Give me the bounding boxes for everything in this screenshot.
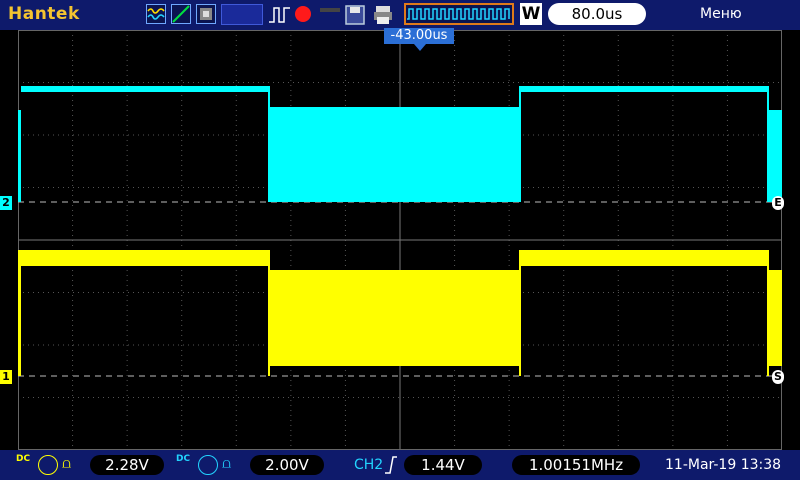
ch1-trace-edge [519, 250, 521, 376]
timebase-mode: W [520, 3, 542, 25]
ch2-trace-edge [268, 86, 270, 202]
ch2-marker[interactable]: 2 [0, 196, 12, 210]
divider [320, 8, 340, 12]
ch1-trace-edge [18, 250, 21, 376]
ch2-trace-edge [767, 86, 769, 202]
trigger-level[interactable]: 1.44V [404, 455, 482, 475]
trigger-slope-icon[interactable] [384, 455, 398, 479]
frequency-counter: 1.00151MHz [512, 455, 640, 475]
ramp-icon[interactable] [171, 4, 191, 24]
ch1-volts-div[interactable]: 2.28V [90, 455, 164, 475]
record-icon[interactable] [295, 6, 311, 22]
ch2-probe-icon [198, 455, 218, 475]
ch1-trace-high [519, 250, 767, 266]
ch1-trace-high [21, 250, 268, 266]
ch2-bandwidth-icon: ⩍ [222, 456, 232, 472]
ch1-trace-edge [268, 250, 270, 376]
ch2-volts-div[interactable]: 2.00V [250, 455, 324, 475]
save-icon[interactable] [345, 5, 365, 29]
oscilloscope-screen [18, 30, 782, 450]
slope-marker: S [772, 370, 784, 384]
ch1-trace-edge [767, 250, 769, 376]
timebase-readout[interactable]: 80.0us [548, 3, 646, 25]
waveform-overview[interactable] [404, 3, 514, 25]
trigger-position: -43.00us [384, 28, 454, 44]
persistence-icon[interactable] [196, 4, 216, 24]
ch2-trace-edge [519, 86, 521, 202]
ch2-trace-high [21, 86, 268, 92]
ch1-trace-burst [268, 270, 519, 366]
ch1-trace-burst [767, 270, 782, 366]
ch2-trace-burst [268, 107, 519, 202]
acquire-status-box [221, 4, 263, 25]
ch1-coupling[interactable]: DC [16, 454, 30, 464]
ch1-bandwidth-icon: ⩍ [62, 456, 72, 472]
menu-button[interactable]: Меню [700, 6, 790, 22]
ch2-trace-burst [767, 110, 782, 202]
top-toolbar: Hantek W 80.0us Меню [0, 0, 800, 30]
ch2-trace-high [519, 86, 767, 92]
ch1-marker[interactable]: 1 [0, 370, 12, 384]
date-time: 11-Mar-19 13:38 [665, 457, 782, 473]
print-icon[interactable] [372, 4, 394, 30]
ch1-probe-icon [38, 455, 58, 475]
ch2-coupling[interactable]: DC [176, 454, 190, 464]
edge-marker: E [772, 196, 784, 210]
trigger-position-arrow [414, 44, 426, 51]
brand-logo: Hantek [8, 4, 80, 24]
ch2-trace-edge [18, 110, 21, 202]
trigger-source[interactable]: CH2 [354, 457, 383, 473]
pulse-icon[interactable] [268, 6, 292, 28]
waveform-icon[interactable] [146, 4, 166, 24]
